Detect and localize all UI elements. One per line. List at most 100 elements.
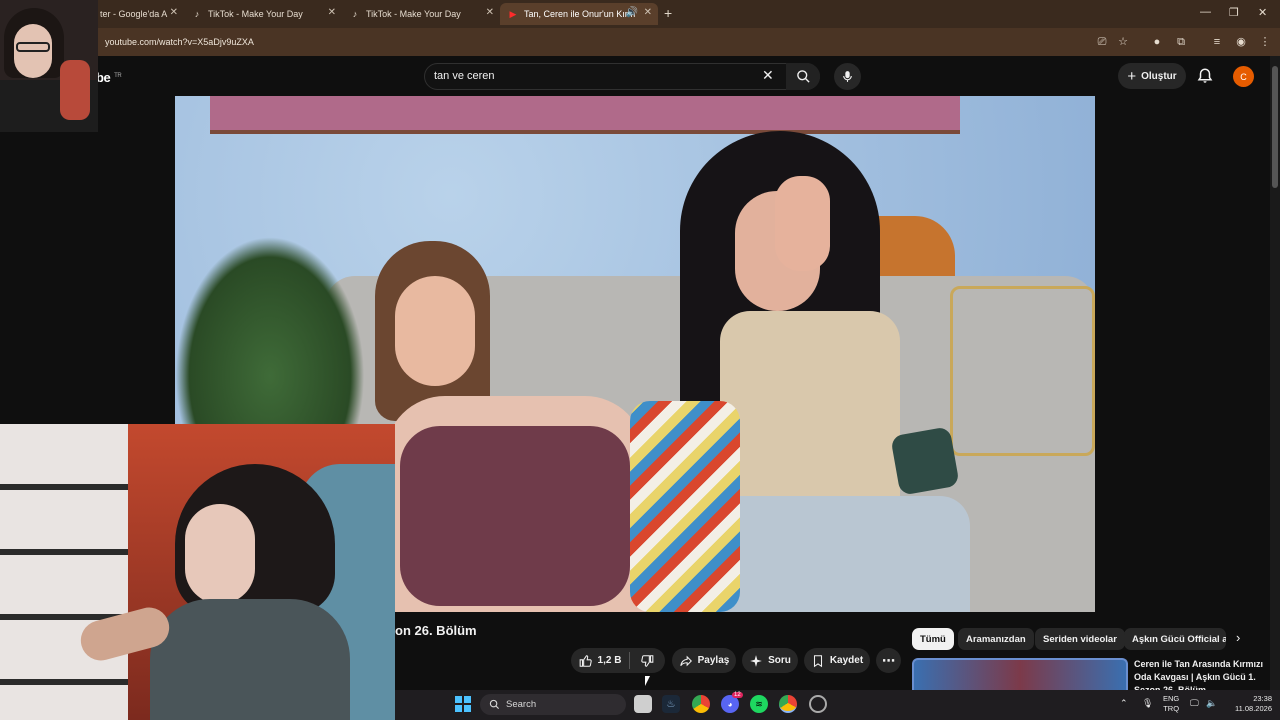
webcam-headphones <box>60 60 90 120</box>
tab-title: TikTok - Make Your Day <box>208 9 303 19</box>
new-tab-icon[interactable]: + <box>664 5 672 21</box>
tiktok-icon: ♪ <box>352 9 358 19</box>
youtube-logo[interactable]: be TR <box>96 70 122 85</box>
share-icon <box>679 655 692 666</box>
tab-tiktok-2[interactable]: ♪ TikTok - Make Your Day ✕ <box>342 3 500 25</box>
thumbs-up-icon <box>579 654 592 667</box>
like-separator <box>629 652 630 669</box>
volume-icon[interactable]: 🔈 <box>1206 698 1217 709</box>
task-view-icon[interactable] <box>634 695 652 713</box>
recommendation-thumbnail[interactable] <box>912 658 1128 692</box>
search-icon <box>489 699 500 710</box>
microphone-tray-icon[interactable]: 🎙 <box>1142 698 1153 709</box>
chip-series-videos[interactable]: Seriden videolar <box>1035 628 1125 650</box>
avatar[interactable]: C <box>1233 66 1254 87</box>
spotify-icon[interactable]: ≋ <box>750 695 768 713</box>
share-button[interactable]: Paylaş <box>672 648 736 673</box>
webcam-streamer-face <box>185 504 255 604</box>
video-plant <box>175 236 365 436</box>
close-window-icon[interactable]: ✕ <box>1258 6 1267 19</box>
country-code: TR <box>114 72 122 79</box>
tab-tiktok-1[interactable]: ♪ TikTok - Make Your Day ✕ <box>184 3 342 25</box>
scrollbar-thumb[interactable] <box>1272 66 1278 188</box>
video-person-right-top <box>720 311 900 511</box>
chrome-active-icon[interactable] <box>779 695 797 713</box>
more-horizontal-icon: ⋯ <box>882 652 895 668</box>
chip-from-search[interactable]: Aramanızdan <box>958 628 1034 650</box>
create-button[interactable]: + Oluştur <box>1118 63 1186 89</box>
microphone-icon <box>843 71 852 82</box>
webcam-overlay-large <box>0 424 395 720</box>
like-count: 1,2 B <box>597 655 622 666</box>
video-shelf <box>210 96 960 134</box>
mouse-cursor <box>645 676 650 686</box>
search-input[interactable]: tan ve ceren <box>434 70 495 82</box>
chip-channel[interactable]: Aşkın Gücü Official ad <box>1124 628 1226 650</box>
video-teal-pillow <box>890 426 960 496</box>
webcam-streamer-body <box>150 599 350 720</box>
webcam-overlay-small <box>0 0 98 132</box>
close-tab-icon[interactable]: ✕ <box>644 7 652 18</box>
webcam-shelf <box>0 424 128 720</box>
tab-google[interactable]: ter - Google'da A ✕ <box>92 3 184 25</box>
webcam-glasses <box>16 42 50 52</box>
video-person-right-hand <box>775 176 830 271</box>
bookmark-icon <box>813 654 822 667</box>
taskbar-search[interactable]: Search <box>480 694 626 715</box>
recommendation-title[interactable]: Ceren ile Tan Arasında Kırmızı Oda Kavga… <box>1134 658 1264 692</box>
bookmark-star-icon[interactable]: ☆ <box>1116 35 1130 49</box>
language-indicator[interactable]: ENG TRQ <box>1163 694 1179 714</box>
ask-button[interactable]: Soru <box>742 648 798 673</box>
voice-search-button[interactable] <box>834 63 861 90</box>
tab-title: ter - Google'da A <box>100 9 168 19</box>
minimize-icon[interactable]: — <box>1200 6 1211 18</box>
sparkle-icon <box>750 654 762 667</box>
notification-bell-icon[interactable] <box>1196 67 1214 85</box>
thumbs-down-icon <box>641 654 654 667</box>
video-person-left-face <box>395 276 475 386</box>
windows-start-icon[interactable] <box>455 696 471 712</box>
search-icon <box>796 70 810 83</box>
app-icon[interactable] <box>809 695 827 713</box>
close-tab-icon[interactable]: ✕ <box>170 7 178 18</box>
chrome-icon[interactable] <box>692 695 710 713</box>
video-person-right-jeans <box>710 496 970 612</box>
tab-youtube-active[interactable]: ▶ Tan, Ceren ile Onur'un Kırm 🔊 ✕ <box>500 3 658 25</box>
chip-all[interactable]: Tümü <box>912 628 954 650</box>
shelf-divider <box>0 549 128 555</box>
puzzle-icon[interactable]: ⧉ <box>1174 35 1188 49</box>
save-button[interactable]: Kaydet <box>804 648 870 673</box>
profile-icon[interactable]: ◉ <box>1234 35 1248 49</box>
shelf-divider <box>0 484 128 490</box>
tab-title: TikTok - Make Your Day <box>366 9 461 19</box>
shelf-divider <box>0 679 128 685</box>
tray-chevron-up-icon[interactable]: ⌃ <box>1120 698 1128 709</box>
chevron-right-icon[interactable]: › <box>1236 630 1240 645</box>
search-button[interactable] <box>786 63 820 90</box>
tiktok-icon: ♪ <box>194 9 200 19</box>
dislike-button[interactable] <box>632 648 662 673</box>
video-title: on 26. Bölüm <box>395 623 477 638</box>
install-app-icon[interactable]: ⎚ <box>1095 35 1109 49</box>
youtube-icon: ▶ <box>509 9 517 19</box>
video-side-table <box>950 286 1095 456</box>
clock[interactable]: 23:38 11.08.2026 <box>1222 694 1272 714</box>
plus-icon: + <box>1127 67 1137 85</box>
restore-icon[interactable]: ❐ <box>1229 6 1239 19</box>
like-button[interactable]: 1,2 B <box>571 648 629 673</box>
discord-badge: 12 <box>732 692 743 698</box>
browser-menu-icon[interactable]: ⋮ <box>1258 35 1272 49</box>
media-control-icon[interactable]: ≡ <box>1210 35 1224 49</box>
more-actions-button[interactable]: ⋯ <box>876 648 901 673</box>
clear-search-icon[interactable]: ✕ <box>762 67 774 84</box>
network-icon[interactable]: 🖵 <box>1190 698 1199 709</box>
video-zigzag-pillow <box>630 401 740 612</box>
video-purple-pillow <box>400 426 630 606</box>
url-field[interactable]: youtube.com/watch?v=X5aDjv9uZXA <box>105 37 254 47</box>
extension-icon[interactable]: ● <box>1150 35 1164 49</box>
close-tab-icon[interactable]: ✕ <box>486 7 494 18</box>
speaker-icon[interactable]: 🔊 <box>626 7 638 18</box>
close-tab-icon[interactable]: ✕ <box>328 7 336 18</box>
tab-title: Tan, Ceren ile Onur'un Kırm <box>524 9 636 19</box>
steam-icon[interactable]: ♨ <box>662 695 680 713</box>
